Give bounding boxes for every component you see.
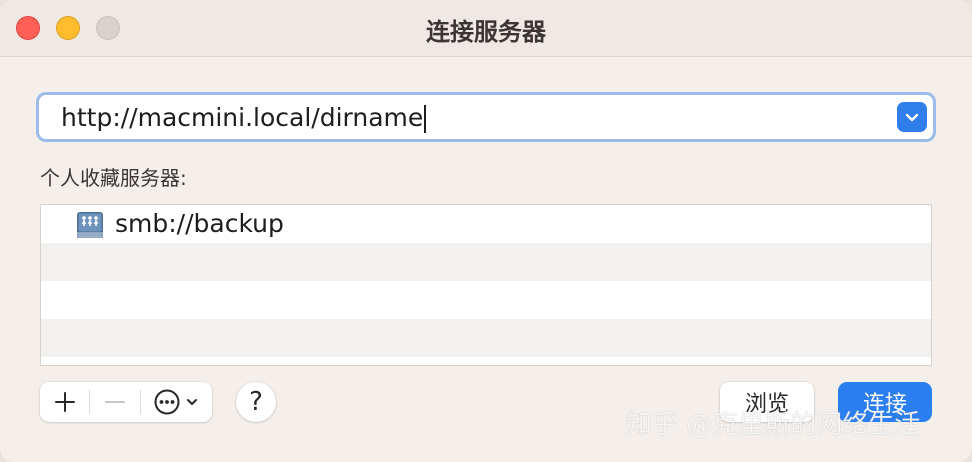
action-menu-button[interactable] — [141, 382, 212, 422]
window-title: 连接服务器 — [426, 18, 546, 46]
add-favorite-button[interactable] — [40, 382, 89, 422]
connect-to-server-window: 连接服务器 http://macmini.local/dirname 个人收藏服… — [0, 0, 972, 462]
favorite-servers-list[interactable]: smb://backup — [40, 204, 932, 366]
remove-favorite-button[interactable] — [90, 382, 139, 422]
server-address-field[interactable]: http://macmini.local/dirname — [39, 95, 933, 139]
server-address-combobox: http://macmini.local/dirname — [36, 92, 936, 142]
server-address-input[interactable]: http://macmini.local/dirname — [61, 103, 427, 133]
favorites-toolbar — [40, 382, 212, 422]
empty-list-row — [41, 243, 931, 281]
text-caret — [424, 105, 427, 133]
plus-icon — [54, 392, 75, 412]
minus-icon — [105, 401, 126, 403]
title-bar: 连接服务器 — [0, 0, 972, 57]
chevron-down-icon — [905, 113, 919, 122]
list-item[interactable]: smb://backup — [41, 205, 931, 243]
server-address-value: http://macmini.local/dirname — [61, 103, 424, 132]
ellipsis-circle-icon — [154, 389, 180, 415]
address-history-dropdown-button[interactable] — [897, 102, 927, 132]
help-button[interactable]: ? — [236, 382, 276, 422]
favorite-server-label: smb://backup — [115, 209, 284, 238]
watermark-text: 知乎 @克里斯的网络生活 — [626, 410, 921, 440]
network-server-icon — [77, 212, 103, 238]
empty-list-row — [41, 281, 931, 319]
favorite-servers-label: 个人收藏服务器: — [40, 166, 187, 190]
empty-list-row — [41, 319, 931, 357]
chevron-down-icon — [187, 399, 198, 405]
